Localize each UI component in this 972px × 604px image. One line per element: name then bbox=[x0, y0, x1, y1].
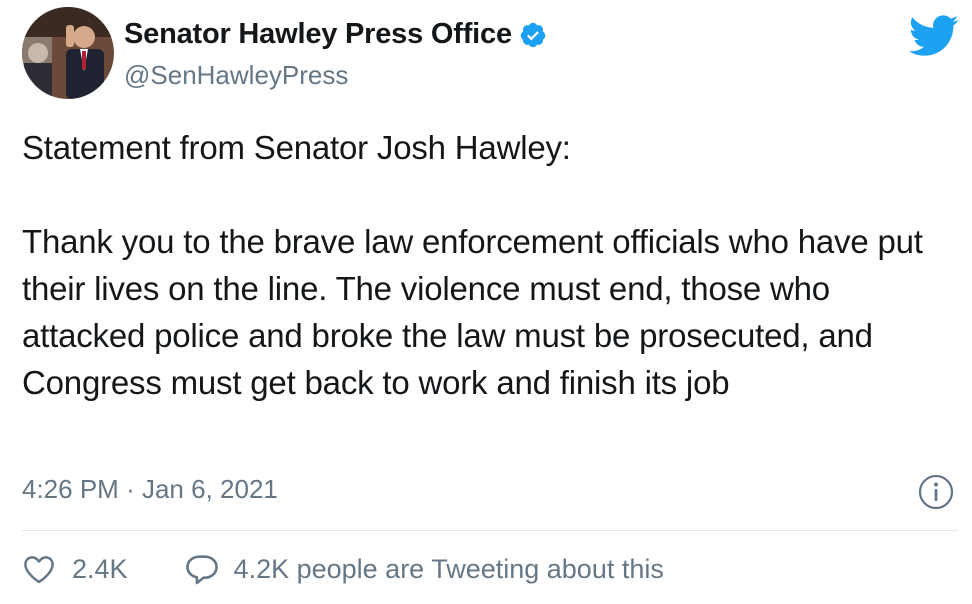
tweet-text: Statement from Senator Josh Hawley: Than… bbox=[22, 129, 923, 401]
avatar-image bbox=[22, 7, 114, 99]
divider bbox=[22, 530, 958, 531]
tweeting-about-link[interactable]: 4.2K people are Tweeting about this bbox=[184, 553, 664, 585]
heart-icon bbox=[22, 554, 56, 584]
user-handle[interactable]: @SenHawleyPress bbox=[124, 60, 348, 91]
verified-badge-icon bbox=[519, 21, 547, 49]
author-name-row: Senator Hawley Press Office bbox=[124, 18, 547, 51]
tweet-actions: 2.4K 4.2K people are Tweeting about this bbox=[22, 553, 664, 585]
like-button[interactable]: 2.4K bbox=[22, 554, 128, 585]
avatar[interactable] bbox=[22, 7, 114, 99]
twitter-bird-icon[interactable] bbox=[908, 14, 960, 56]
display-name[interactable]: Senator Hawley Press Office bbox=[124, 18, 512, 51]
timestamp-separator: · bbox=[126, 474, 135, 504]
tweet-time[interactable]: 4:26 PM bbox=[22, 474, 119, 504]
tweeting-count-text: 4.2K people are Tweeting about this bbox=[233, 553, 664, 584]
info-icon[interactable] bbox=[918, 474, 954, 510]
tweet-timestamp: 4:26 PM · Jan 6, 2021 bbox=[22, 474, 278, 505]
speech-bubble-icon bbox=[184, 553, 220, 585]
like-count: 2.4K bbox=[72, 553, 128, 584]
tweet-date[interactable]: Jan 6, 2021 bbox=[142, 474, 278, 504]
